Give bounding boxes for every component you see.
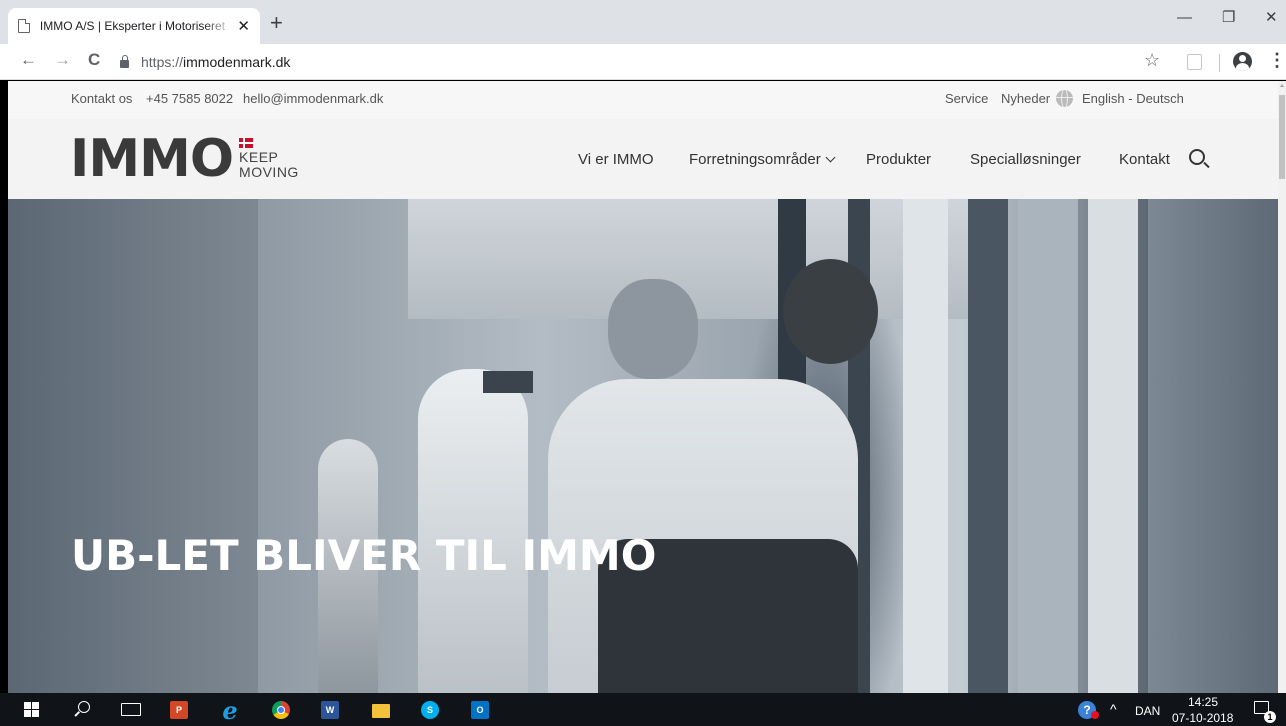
language-switcher[interactable]: English - Deutsch xyxy=(1082,91,1184,106)
nav-kontakt[interactable]: Kontakt xyxy=(1119,151,1170,168)
word-icon[interactable]: W xyxy=(321,701,339,719)
scrollbar-thumb[interactable] xyxy=(1279,95,1285,179)
hero-nurse-head xyxy=(783,259,878,364)
site-header: IMMO KEEP MOVING Vi er IMMO Forretningso… xyxy=(8,119,1278,199)
notification-count-badge: 1 xyxy=(1264,711,1276,723)
alert-badge-icon xyxy=(1091,711,1099,719)
page-icon xyxy=(18,18,31,33)
search-icon[interactable] xyxy=(1189,149,1205,165)
nav-vi-er-immo[interactable]: Vi er IMMO xyxy=(578,151,654,168)
logo-wordmark: IMMO xyxy=(70,129,234,189)
browser-toolbar: ← → C https://immodenmark.dk ☆ ⋮ xyxy=(0,44,1286,80)
news-link[interactable]: Nyheder xyxy=(1001,91,1050,106)
profile-avatar-icon[interactable] xyxy=(1233,52,1252,71)
toolbar-divider xyxy=(1219,54,1220,72)
tagline-moving: MOVING xyxy=(239,164,299,180)
phone-link[interactable]: +45 7585 8022 xyxy=(146,91,233,106)
input-language[interactable]: DAN xyxy=(1135,704,1160,718)
tagline-keep: KEEP xyxy=(239,149,279,165)
browser-tab-active[interactable]: IMMO A/S | Eksperter i Motoriseret ✕ xyxy=(8,8,260,44)
clock-time[interactable]: 14:25 xyxy=(1188,695,1218,709)
hero-window xyxy=(903,199,948,693)
chrome-icon[interactable] xyxy=(272,701,290,719)
hero-window xyxy=(1088,199,1138,693)
lock-icon xyxy=(120,55,129,68)
window-restore-button[interactable]: ❐ xyxy=(1222,10,1235,25)
chevron-down-icon xyxy=(825,152,836,163)
internet-explorer-icon[interactable]: e xyxy=(221,696,239,725)
extension-icon[interactable] xyxy=(1187,54,1202,70)
forward-icon[interactable]: → xyxy=(54,51,71,68)
service-link[interactable]: Service xyxy=(945,91,988,106)
browser-tab-strip: IMMO A/S | Eksperter i Motoriseret ✕ + —… xyxy=(0,0,1286,44)
website-viewport: Kontakt os +45 7585 8022 hello@immodenma… xyxy=(8,81,1278,693)
contact-label: Kontakt os xyxy=(71,91,133,106)
back-icon[interactable]: ← xyxy=(20,51,37,68)
tray-caret-icon[interactable]: ^ xyxy=(1110,701,1117,717)
hero-exit-sign xyxy=(483,371,533,393)
globe-icon xyxy=(1056,90,1073,107)
windows-start-icon[interactable] xyxy=(24,702,39,717)
address-bar[interactable]: https://immodenmark.dk xyxy=(120,48,1170,76)
window-close-button[interactable]: ✕ xyxy=(1265,10,1278,25)
taskbar-search-icon[interactable] xyxy=(78,701,90,713)
skype-icon[interactable]: S xyxy=(421,701,439,719)
danish-flag-icon xyxy=(239,138,254,148)
outlook-icon[interactable]: O xyxy=(471,701,489,719)
scroll-up-icon[interactable] xyxy=(1280,84,1284,87)
hero-person-right-silhouette xyxy=(1148,199,1278,693)
hero-headline: UB-LET BLIVER TIL IMMO xyxy=(71,531,657,580)
utility-bar: Kontakt os +45 7585 8022 hello@immodenma… xyxy=(8,81,1278,119)
hero-pillar xyxy=(1018,199,1078,693)
page-scrollbar[interactable] xyxy=(1278,81,1286,693)
nav-speciallosninger[interactable]: Specialløsninger xyxy=(970,151,1081,168)
email-link[interactable]: hello@immodenmark.dk xyxy=(243,91,383,106)
tab-close-icon[interactable]: ✕ xyxy=(237,19,250,34)
task-view-icon[interactable] xyxy=(121,703,141,716)
bookmark-star-icon[interactable]: ☆ xyxy=(1144,51,1160,69)
window-minimize-button[interactable]: — xyxy=(1177,10,1192,25)
address-url: https://immodenmark.dk xyxy=(141,54,291,70)
nav-produkter[interactable]: Produkter xyxy=(866,151,931,168)
nav-forretningsomrader[interactable]: Forretningsområder xyxy=(689,151,836,168)
browser-menu-icon[interactable]: ⋮ xyxy=(1268,51,1286,69)
file-explorer-icon[interactable] xyxy=(372,704,390,718)
powerpoint-icon[interactable]: P xyxy=(170,701,188,719)
reload-icon[interactable]: C xyxy=(88,51,100,68)
tab-title: IMMO A/S | Eksperter i Motoriseret xyxy=(39,19,226,33)
windows-taskbar: P e W S O ? ^ DAN 14:25 07-10-2018 1 xyxy=(0,693,1286,726)
clock-date[interactable]: 07-10-2018 xyxy=(1172,711,1233,725)
hero-person-left-silhouette xyxy=(8,199,258,693)
new-tab-button[interactable]: + xyxy=(270,12,283,34)
hero-pillar xyxy=(968,199,1008,693)
immo-logo[interactable]: IMMO KEEP MOVING xyxy=(70,129,299,189)
hero-man-head xyxy=(608,279,698,379)
logo-tagline: KEEP MOVING xyxy=(239,138,299,180)
hero-banner: UB-LET BLIVER TIL IMMO xyxy=(8,199,1278,693)
